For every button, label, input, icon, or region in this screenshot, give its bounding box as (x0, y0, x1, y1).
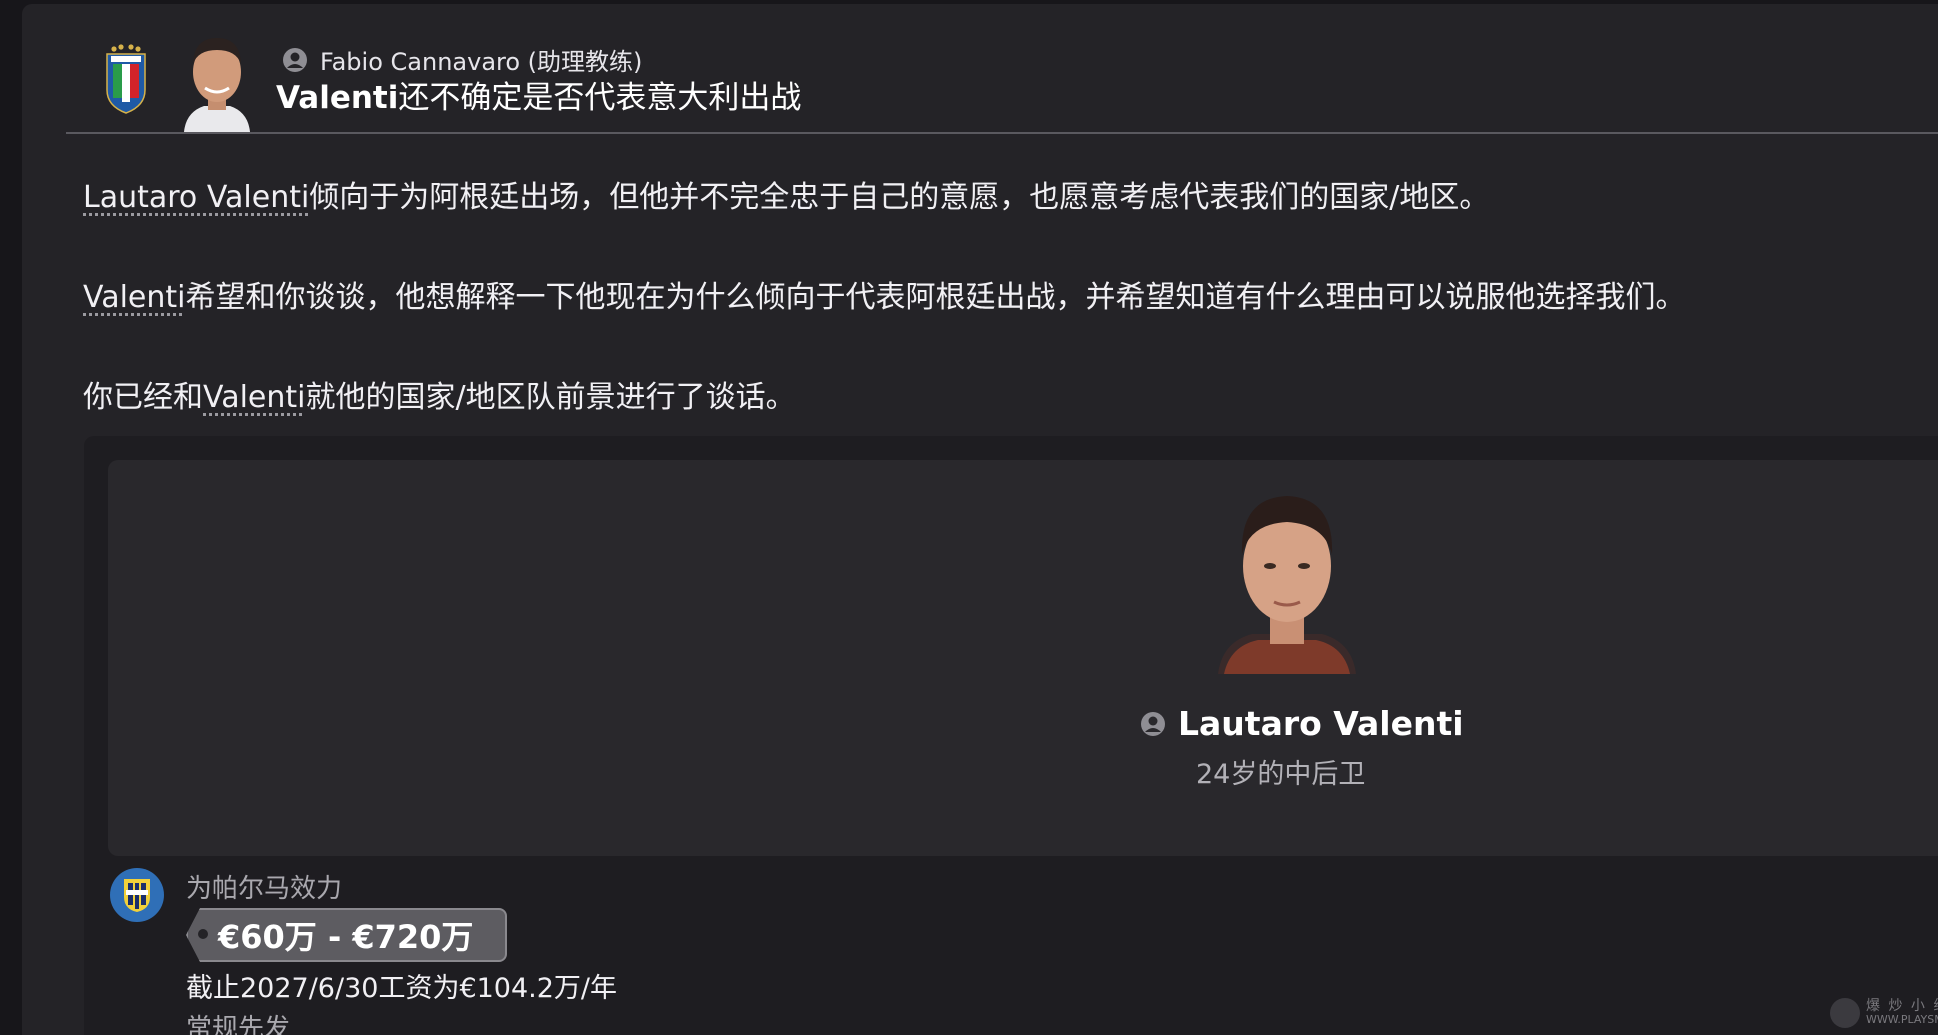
message-header: Fabio Cannavaro (助理教练) Valenti还不确定是否代表意大… (66, 14, 1938, 134)
player-link[interactable]: Valenti (83, 280, 185, 315)
player-link[interactable]: Lautaro Valenti (83, 180, 309, 215)
player-card-header (108, 460, 1938, 856)
news-item-page: Fabio Cannavaro (助理教练) Valenti还不确定是否代表意大… (22, 4, 1938, 1035)
watermark-url: WWW.PLAYSM.CC (1866, 1013, 1938, 1026)
paragraph-text: 就他的国家/地区队前景进行了谈话。 (305, 380, 796, 415)
club-badge[interactable] (110, 868, 164, 922)
body-paragraph-2: Valenti希望和你谈谈，他想解释一下他现在为什么倾向于代表阿根廷出战，并希望… (83, 272, 1685, 316)
contract-wage: 截止2027/6/30工资为€104.2万/年 (186, 973, 618, 1004)
transfer-value-tag[interactable]: €60万 - €720万 (186, 908, 508, 962)
italy-federation-crest-icon (106, 44, 146, 114)
body-paragraph-1: Lautaro Valenti倾向于为阿根廷出场，但他并不完全忠于自己的意愿，也… (83, 172, 1489, 216)
player-name-row: Lautaro Valenti (1140, 704, 1464, 743)
player-age-position: 24岁的中后卫 (1196, 759, 1366, 790)
club-line: 为帕尔马效力 (186, 874, 343, 904)
player-name[interactable]: Lautaro Valenti (1178, 704, 1464, 743)
watermark-text: 爆 炒 小 组 WWW.PLAYSM.CC (1866, 998, 1938, 1026)
player-link[interactable]: Valenti (203, 380, 305, 415)
subject-text: 还不确定是否代表意大利出战 (398, 80, 802, 116)
watermark-title: 爆 炒 小 组 (1866, 998, 1938, 1014)
squad-status: 常规先发 (186, 1014, 291, 1035)
parma-crest-icon (124, 879, 150, 912)
watermark-logo-icon (1830, 998, 1860, 1028)
paragraph-text: 倾向于为阿根廷出场，但他并不完全忠于自己的意愿，也愿意考虑代表我们的国家/地区。 (309, 180, 1490, 215)
player-photo[interactable] (1212, 474, 1362, 674)
staff-avatar[interactable] (174, 26, 260, 132)
watermark: 爆 炒 小 组 WWW.PLAYSM.CC (1830, 998, 1938, 1028)
message-subject: Valenti还不确定是否代表意大利出战 (276, 72, 801, 117)
paragraph-text: 你已经和 (83, 380, 203, 415)
paragraph-text: 希望和你谈谈，他想解释一下他现在为什么倾向于代表阿根廷出战，并希望知道有什么理由… (185, 280, 1686, 315)
tag-hole-icon (198, 929, 208, 939)
subject-player-name[interactable]: Valenti (276, 80, 398, 116)
person-icon (283, 47, 307, 72)
transfer-value: €60万 - €720万 (218, 918, 474, 956)
person-icon (1141, 711, 1165, 736)
body-paragraph-3: 你已经和Valenti就他的国家/地区队前景进行了谈话。 (83, 372, 796, 416)
